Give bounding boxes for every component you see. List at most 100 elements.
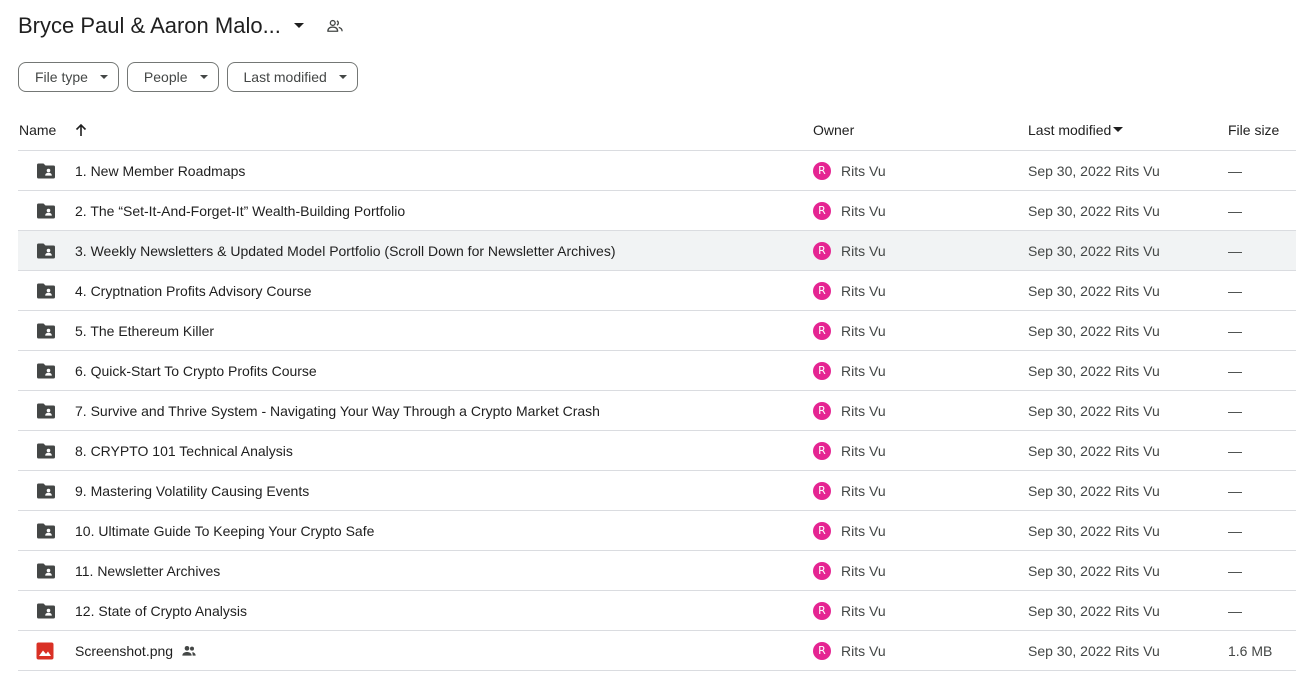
owner-name: Rits Vu xyxy=(841,642,886,659)
table-row[interactable]: 3. Weekly Newsletters & Updated Model Po… xyxy=(18,231,1296,271)
file-list: Name Owner Last modified File size 1. Ne… xyxy=(18,110,1296,671)
shared-folder-icon xyxy=(36,311,58,350)
file-size-cell: 1.6 MB xyxy=(1228,642,1273,659)
file-list-header: Name Owner Last modified File size xyxy=(18,110,1296,151)
shared-folder-icon xyxy=(36,351,58,390)
last-modified-cell: Sep 30, 2022 Rits Vu xyxy=(1028,482,1160,499)
sort-arrow-up-icon[interactable] xyxy=(74,123,88,137)
file-name-cell: 6. Quick-Start To Crypto Profits Course xyxy=(75,351,317,390)
owner-name: Rits Vu xyxy=(841,322,886,339)
shared-folder-icon xyxy=(36,471,58,510)
owner-cell: R Rits Vu xyxy=(813,351,886,390)
owner-cell: R Rits Vu xyxy=(813,431,886,470)
shared-folder-icon xyxy=(36,591,58,630)
file-name-cell: 10. Ultimate Guide To Keeping Your Crypt… xyxy=(75,511,374,550)
owner-cell: R Rits Vu xyxy=(813,231,886,270)
shared-folder-icon xyxy=(36,191,58,230)
filter-bar: File type People Last modified xyxy=(18,62,358,92)
file-name-cell: 9. Mastering Volatility Causing Events xyxy=(75,471,309,510)
avatar: R xyxy=(813,401,831,420)
folder-title[interactable]: Bryce Paul & Aaron Malo... xyxy=(18,13,281,39)
file-size-cell: — xyxy=(1228,362,1242,379)
file-name-cell: 7. Survive and Thrive System - Navigatin… xyxy=(75,391,600,430)
folder-menu-button[interactable] xyxy=(285,12,313,40)
shared-folder-icon xyxy=(36,271,58,310)
avatar: R xyxy=(813,641,831,660)
table-row[interactable]: 7. Survive and Thrive System - Navigatin… xyxy=(18,391,1296,431)
last-modified-cell: Sep 30, 2022 Rits Vu xyxy=(1028,242,1160,259)
file-size-cell: — xyxy=(1228,402,1242,419)
chip-label: Last modified xyxy=(243,69,327,85)
avatar: R xyxy=(813,361,831,380)
file-size-column-label: File size xyxy=(1228,122,1280,138)
owner-name: Rits Vu xyxy=(841,202,886,219)
file-size-cell: — xyxy=(1228,162,1242,179)
file-size-cell: — xyxy=(1228,282,1242,299)
owner-cell: R Rits Vu xyxy=(813,191,886,230)
owner-name: Rits Vu xyxy=(841,482,886,499)
owner-name: Rits Vu xyxy=(841,522,886,539)
file-name-cell: 11. Newsletter Archives xyxy=(75,551,220,590)
table-row[interactable]: 1. New Member Roadmaps R Rits Vu Sep 30, 20… xyxy=(18,151,1296,191)
avatar: R xyxy=(813,321,831,340)
table-row[interactable]: 5. The Ethereum Killer R Rits Vu Sep 30, 20… xyxy=(18,311,1296,351)
last-modified-cell: Sep 30, 2022 Rits Vu xyxy=(1028,162,1160,179)
last-modified-cell: Sep 30, 2022 Rits Vu xyxy=(1028,202,1160,219)
file-name: 1. New Member Roadmaps xyxy=(75,162,246,179)
owner-name: Rits Vu xyxy=(841,562,886,579)
file-name: 4. Cryptnation Profits Advisory Course xyxy=(75,282,312,299)
caret-down-icon xyxy=(199,74,208,80)
table-row[interactable]: 2. The “Set-It-And-Forget-It” Wealth-Bui… xyxy=(18,191,1296,231)
file-name: 11. Newsletter Archives xyxy=(75,562,221,579)
last-modified-cell: Sep 30, 2022 Rits Vu xyxy=(1028,362,1160,379)
owner-name: Rits Vu xyxy=(841,362,886,379)
last-modified-cell: Sep 30, 2022 Rits Vu xyxy=(1028,562,1160,579)
file-size-cell: — xyxy=(1228,442,1242,459)
table-row[interactable]: 11. Newsletter Archives R Rits Vu Sep 30, 2… xyxy=(18,551,1296,591)
owner-cell: R Rits Vu xyxy=(813,151,886,190)
last-modified-column-header[interactable]: Last modified xyxy=(1028,110,1124,150)
file-size-column-header: File size xyxy=(1228,110,1279,150)
owner-cell: R Rits Vu xyxy=(813,471,886,510)
file-rows: 1. New Member Roadmaps R Rits Vu Sep 30, 20… xyxy=(18,151,1296,671)
file-size-cell: — xyxy=(1228,322,1242,339)
table-row[interactable]: Screenshot.png R Rits Vu Sep 30, 2022 Rits … xyxy=(18,631,1296,671)
people-icon xyxy=(327,19,343,32)
file-name-cell: 1. New Member Roadmaps xyxy=(75,151,245,190)
owner-cell: R Rits Vu xyxy=(813,511,886,550)
file-name: 9. Mastering Volatility Causing Events xyxy=(75,482,310,499)
file-name-cell: 5. The Ethereum Killer xyxy=(75,311,214,350)
shared-folder-icon xyxy=(36,151,58,190)
shared-folder-icon xyxy=(36,431,58,470)
file-type-filter[interactable]: File type xyxy=(18,62,119,92)
owner-name: Rits Vu xyxy=(841,602,886,619)
people-filter[interactable]: People xyxy=(126,62,219,92)
table-row[interactable]: 6. Quick-Start To Crypto Profits Course R… xyxy=(18,351,1296,391)
owner-name: Rits Vu xyxy=(841,442,886,459)
table-row[interactable]: 9. Mastering Volatility Causing Events R R… xyxy=(18,471,1296,511)
avatar: R xyxy=(813,481,831,500)
avatar: R xyxy=(813,281,831,300)
folder-header: Bryce Paul & Aaron Malo... xyxy=(18,8,349,44)
shared-folder-icon xyxy=(36,551,58,590)
last-modified-cell: Sep 30, 2022 Rits Vu xyxy=(1028,642,1160,659)
caret-down-icon xyxy=(338,74,347,80)
file-size-cell: — xyxy=(1228,562,1242,579)
table-row[interactable]: 4. Cryptnation Profits Advisory Course R R… xyxy=(18,271,1296,311)
last-modified-cell: Sep 30, 2022 Rits Vu xyxy=(1028,282,1160,299)
name-column-header[interactable]: Name xyxy=(19,110,88,150)
file-size-cell: — xyxy=(1228,602,1242,619)
table-row[interactable]: 8. CRYPTO 101 Technical Analysis R Rits Vu… xyxy=(18,431,1296,471)
shared-people-icon xyxy=(181,643,197,659)
file-name-cell: Screenshot.png xyxy=(75,631,197,670)
shared-with-button[interactable] xyxy=(321,12,349,40)
owner-cell: R Rits Vu xyxy=(813,591,886,630)
table-row[interactable]: 12. State of Crypto Analysis R Rits Vu Sep … xyxy=(18,591,1296,631)
owner-name: Rits Vu xyxy=(841,282,886,299)
file-name: 3. Weekly Newsletters & Updated Model Po… xyxy=(75,242,616,259)
table-row[interactable]: 10. Ultimate Guide To Keeping Your Crypt… xyxy=(18,511,1296,551)
avatar: R xyxy=(813,161,831,180)
avatar: R xyxy=(813,561,831,580)
last-modified-filter[interactable]: Last modified xyxy=(226,62,358,92)
file-name-cell: 3. Weekly Newsletters & Updated Model Po… xyxy=(75,231,616,270)
